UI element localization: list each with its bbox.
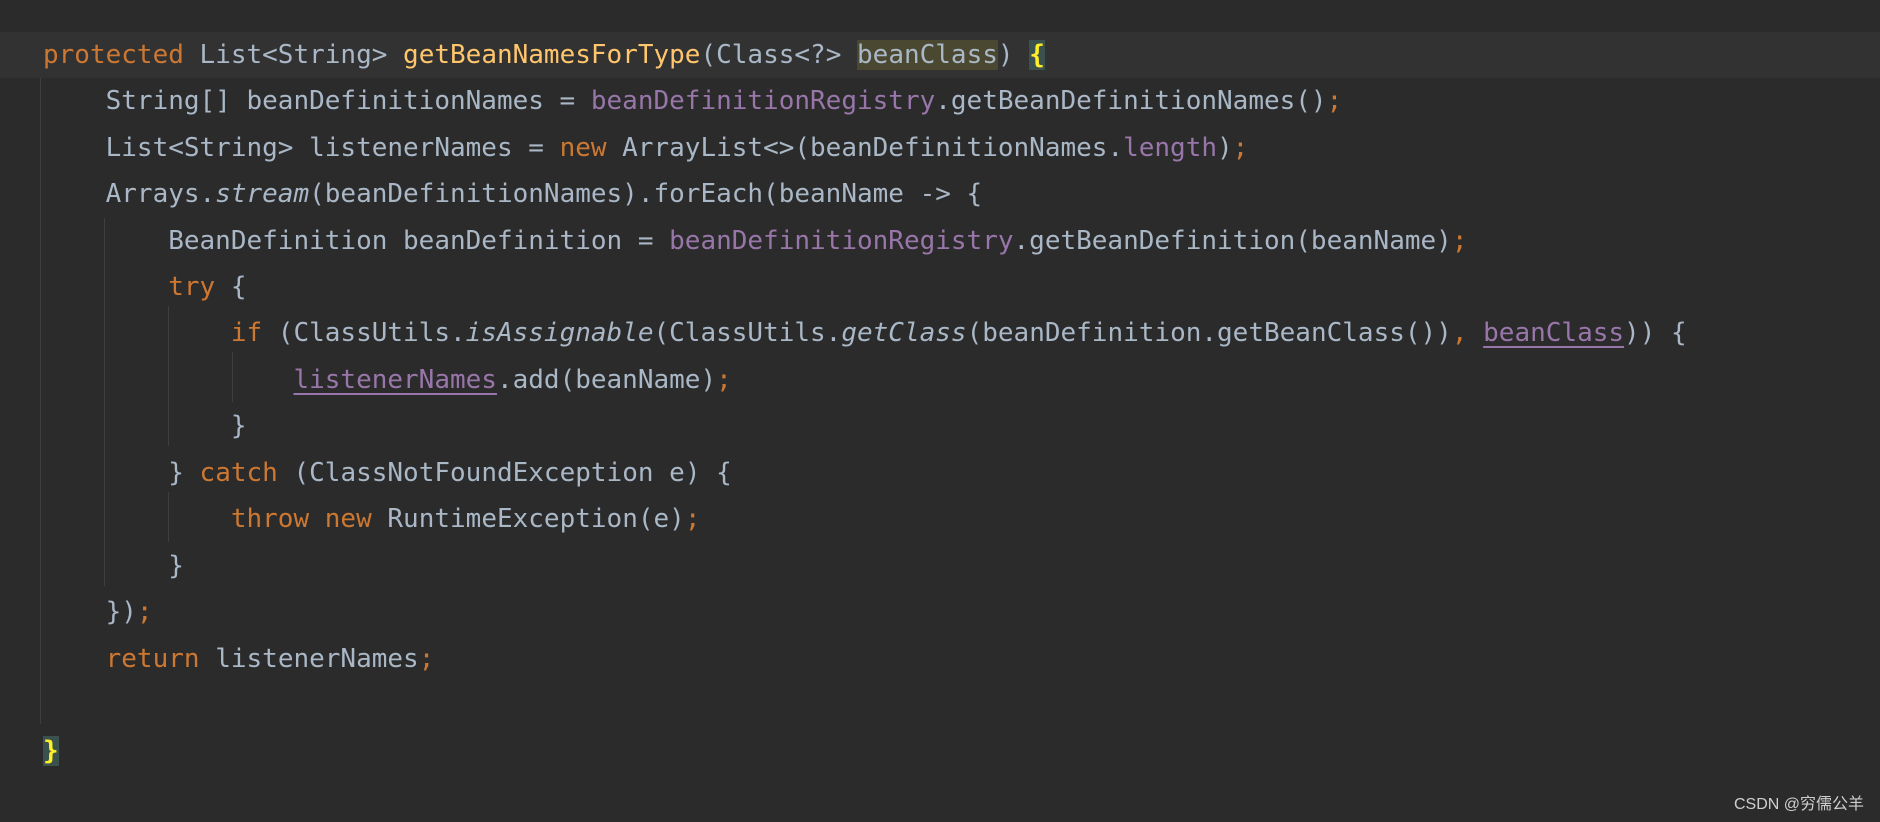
code-line-content: }: [43, 728, 59, 774]
code-token: {: [1029, 40, 1045, 70]
code-token: return: [105, 644, 200, 674]
code-token: (ClassUtils.: [262, 318, 466, 348]
code-line[interactable]: String[] beanDefinitionNames = beanDefin…: [0, 78, 1880, 124]
code-line[interactable]: Arrays.stream(beanDefinitionNames).forEa…: [0, 171, 1880, 217]
code-line[interactable]: return listenerNames;: [0, 636, 1880, 682]
code-line-content: } catch (ClassNotFoundException e) {: [43, 450, 732, 496]
code-line[interactable]: BeanDefinition beanDefinition = beanDefi…: [0, 218, 1880, 264]
code-token: catch: [199, 458, 278, 488]
code-line[interactable]: [0, 682, 1880, 728]
code-token: getClass: [841, 318, 967, 348]
code-line-content: BeanDefinition beanDefinition = beanDefi…: [43, 218, 1467, 264]
code-line[interactable]: try {: [0, 264, 1880, 310]
code-token: RuntimeException(e): [371, 504, 685, 534]
code-token: listenerNames: [199, 644, 419, 674]
code-token: ;: [716, 365, 732, 395]
code-token: new: [324, 504, 372, 534]
code-token: (Class<?>: [700, 40, 858, 70]
code-token: isAssignable: [465, 318, 654, 348]
code-token: ;: [1232, 133, 1249, 163]
code-line[interactable]: }: [0, 403, 1880, 449]
code-token: String[] beanDefinitionNames =: [43, 86, 591, 116]
code-token: .add(beanName): [496, 365, 717, 395]
code-token: BeanDefinition beanDefinition =: [43, 226, 670, 256]
code-token: List<String> listenerNames =: [43, 133, 560, 163]
code-token: .getBeanDefinitionNames(): [935, 86, 1327, 116]
code-token: length: [1123, 133, 1218, 163]
code-token: ;: [684, 504, 701, 534]
code-token: beanClass: [857, 40, 998, 70]
code-token: ArrayList<>(beanDefinitionNames.: [606, 133, 1124, 163]
code-token: throw: [230, 504, 310, 534]
code-token: new: [559, 133, 607, 163]
code-token: (ClassNotFoundException e) {: [277, 458, 732, 488]
code-token: ;: [1326, 86, 1343, 116]
code-line[interactable]: if (ClassUtils.isAssignable(ClassUtils.g…: [0, 310, 1880, 356]
code-editor[interactable]: protected List<String> getBeanNamesForTy…: [0, 0, 1880, 822]
code-token: {: [215, 272, 247, 302]
code-line-content: if (ClassUtils.isAssignable(ClassUtils.g…: [43, 310, 1687, 356]
code-token: }: [43, 458, 200, 488]
code-line-content: Arrays.stream(beanDefinitionNames).forEa…: [43, 171, 983, 217]
code-line[interactable]: List<String> listenerNames = new ArrayLi…: [0, 125, 1880, 171]
code-line-content: List<String> listenerNames = new ArrayLi…: [43, 125, 1249, 171]
code-line[interactable]: throw new RuntimeException(e);: [0, 496, 1880, 542]
code-token: ): [997, 40, 1030, 70]
code-line[interactable]: } catch (ClassNotFoundException e) {: [0, 450, 1880, 496]
code-token: protected: [43, 40, 184, 70]
code-line-content: try {: [43, 264, 247, 310]
code-token: }: [43, 736, 59, 766]
watermark: CSDN @穷儒公羊: [1733, 796, 1864, 813]
code-token: }: [43, 411, 247, 441]
code-token: getBeanNamesForType: [403, 40, 701, 70]
code-line-content: return listenerNames;: [43, 636, 435, 682]
code-line-content: }: [43, 543, 184, 589]
code-line-content: String[] beanDefinitionNames = beanDefin…: [43, 78, 1343, 124]
code-line[interactable]: }: [0, 728, 1880, 774]
code-token: }): [43, 597, 137, 627]
code-line[interactable]: protected List<String> getBeanNamesForTy…: [0, 32, 1880, 78]
code-token: beanDefinitionRegistry: [669, 226, 1014, 256]
code-token: }: [43, 551, 184, 581]
code-token: ;: [136, 597, 153, 627]
code-line-content: protected List<String> getBeanNamesForTy…: [43, 32, 1045, 78]
code-line-content: throw new RuntimeException(e);: [43, 496, 701, 542]
code-token: ): [1217, 133, 1233, 163]
code-line-content: }: [43, 403, 247, 449]
code-token: (ClassUtils.: [653, 318, 842, 348]
code-token: List<String>: [183, 40, 404, 70]
code-line[interactable]: listenerNames.add(beanName);: [0, 357, 1880, 403]
code-line[interactable]: }: [0, 543, 1880, 589]
code-token: if: [230, 318, 263, 348]
code-token: stream: [215, 179, 310, 209]
code-line-content: listenerNames.add(beanName);: [43, 357, 732, 403]
code-token: ;: [1451, 226, 1468, 256]
code-line[interactable]: });: [0, 589, 1880, 635]
code-line-content: });: [43, 589, 153, 635]
code-token: )) {: [1624, 318, 1687, 348]
code-token: beanDefinitionRegistry: [590, 86, 936, 116]
code-token: ;: [418, 644, 435, 674]
code-token: (beanDefinitionNames).forEach(beanName -…: [309, 179, 983, 209]
code-token: .getBeanDefinition(beanName): [1013, 226, 1452, 256]
code-token: (beanDefinition.getBeanClass()): [966, 318, 1452, 348]
code-token: beanClass: [1483, 318, 1625, 348]
code-token: listenerNames: [293, 365, 497, 395]
code-token: try: [168, 272, 216, 302]
code-token: Arrays.: [43, 179, 216, 209]
code-token: ,: [1451, 318, 1468, 348]
